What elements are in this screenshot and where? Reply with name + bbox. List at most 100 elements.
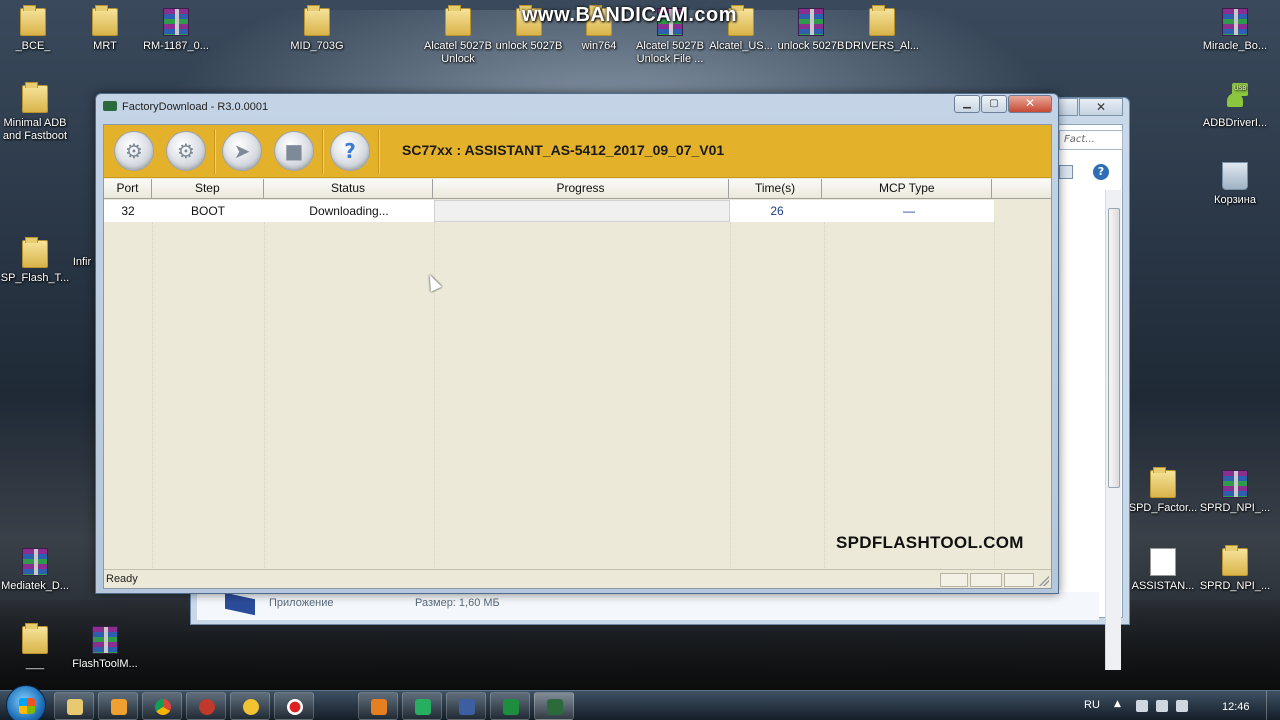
desktop-icon[interactable]: FlashToolM... [68,626,142,671]
start-button[interactable] [6,685,46,720]
taskbar-bandicam[interactable] [274,692,314,720]
port-grid: Port Step Status Progress Time(s) MCP Ty… [104,179,1051,569]
recycle-bin-icon [1222,162,1248,190]
vertical-scrollbar[interactable] [1105,190,1121,670]
column-header-empty [992,179,1051,199]
start-download-button[interactable]: ➤ [222,131,262,171]
window-title: FactoryDownload - R3.0.0001 [122,101,269,113]
taskbar-app[interactable] [446,692,486,720]
window-controls: ▁ ▢ ✕ [953,95,1052,113]
folder-icon [1150,467,1176,498]
stop-button[interactable]: ■ [274,131,314,171]
close-button[interactable]: ✕ [1079,98,1123,116]
desktop-icon[interactable]: Miracle_Bo... [1198,8,1272,53]
desktop-icon[interactable]: RM-1187_0... [139,8,213,53]
desktop-icon[interactable]: SPRD_NPI_... [1198,470,1272,515]
app-icon [371,699,387,715]
language-indicator[interactable]: RU [1084,699,1100,711]
winrar-archive-icon [1222,8,1248,36]
app-icon [103,101,117,111]
file-type-label: Приложение [269,597,334,609]
title-bar[interactable]: FactoryDownload - R3.0.0001 ▁ ▢ ✕ [96,94,1058,120]
media-player-icon [111,699,127,715]
status-bar: Ready [104,569,1051,588]
taskbar-factorydownload[interactable] [534,692,574,720]
help-button[interactable]: ? [330,131,370,171]
taskbar-app[interactable] [490,692,530,720]
folder-icon [869,5,895,36]
desktop-icon[interactable]: unlock 5027B [774,8,848,53]
desktop-icon[interactable]: _BCE_ [0,5,70,53]
desktop-icon[interactable]: SPRD_NPI_... [1198,545,1272,593]
desktop-icon[interactable]: Mediatek_D... [0,548,72,593]
maximize-button[interactable]: ▢ [981,95,1007,113]
folder-icon [22,623,48,654]
windows-logo-icon [19,698,35,714]
desktop-icon[interactable]: SPD_Factor... [1126,467,1200,515]
window-controls: ✕ [1051,98,1123,116]
chrome-icon [155,699,171,715]
internet-explorer-icon [243,699,259,715]
cell-step: BOOT [152,200,264,222]
stop-icon: ■ [284,139,304,163]
taskbar-explorer[interactable] [54,692,94,720]
resize-grip[interactable] [1039,576,1049,586]
table-row[interactable]: 32 BOOT Downloading... 26 — [104,200,994,222]
show-hidden-icons-icon[interactable]: ▲ [1114,699,1121,709]
app-icon [199,699,215,715]
gears-icon: ⚙ [177,139,195,163]
column-header-time[interactable]: Time(s) [728,179,823,199]
network-icon[interactable] [1156,700,1168,712]
desktop-icon[interactable]: MRT [68,5,142,53]
settings-button[interactable]: ⚙ [114,131,154,171]
taskbar: RU ▲ 12:46 [0,685,1280,720]
column-header-step[interactable]: Step [151,179,264,199]
desktop-icon[interactable]: Корзина [1198,162,1272,207]
tray-app-icon[interactable] [1136,700,1148,712]
options-button[interactable]: ⚙ [166,131,206,171]
column-header-status[interactable]: Status [263,179,434,199]
taskbar-media-player[interactable] [98,692,138,720]
file-size-label: Размер: 1,60 МБ [415,597,500,609]
factorydownload-window[interactable]: FactoryDownload - R3.0.0001 ▁ ▢ ✕ ⚙ ⚙ ➤ … [95,93,1059,594]
desktop-icon[interactable]: ASSISTAN... [1126,548,1200,593]
brand-watermark: SPDFLASHTOOL.COM [836,533,1024,552]
taskbar-app[interactable] [186,692,226,720]
column-header-mcp-type[interactable]: MCP Type [822,179,993,199]
cell-status: Downloading... [264,200,434,222]
desktop-icon[interactable]: ___ [0,623,72,671]
details-pane: Приложение Размер: 1,60 МБ [197,592,1099,620]
taskbar-app[interactable] [402,692,442,720]
desktop-icon[interactable]: Alcatel 5027B Unlock [421,5,495,66]
client-area: ⚙ ⚙ ➤ ■ ? SC77xx : ASSISTANT_AS-5412_201… [103,124,1052,589]
status-pane [940,573,968,587]
grid-header: Port Step Status Progress Time(s) MCP Ty… [104,179,1051,199]
app-icon [459,699,475,715]
column-header-progress[interactable]: Progress [433,179,729,199]
scrollbar-thumb[interactable] [1108,208,1120,488]
volume-icon[interactable] [1176,700,1188,712]
folder-icon [92,5,118,36]
search-input[interactable]: Fact... [1059,130,1123,150]
taskbar-chrome[interactable] [142,692,182,720]
settings-icon: ⚙ [125,139,143,163]
help-icon[interactable]: ? [1093,164,1109,180]
desktop-icon[interactable]: MID_703G [280,5,354,53]
taskbar-app[interactable] [358,692,398,720]
cell-progress-bar [434,200,730,222]
taskbar-ie[interactable] [230,692,270,720]
minimize-button[interactable]: ▁ [954,95,980,113]
cell-port: 32 [104,200,152,222]
document-icon [1150,548,1176,576]
desktop-icon[interactable]: ADBDriverI... [1198,83,1272,130]
close-button[interactable]: ✕ [1008,95,1052,113]
clock[interactable]: 12:46 [1222,701,1250,713]
view-toggle-icon[interactable] [1059,165,1073,179]
file-thumbnail-icon [225,592,255,616]
column-header-port[interactable]: Port [104,179,152,199]
desktop-icon[interactable]: DRIVERS_Al... [845,5,919,53]
app-icon [503,699,519,715]
show-desktop-button[interactable] [1266,691,1280,720]
winrar-archive-icon [798,8,824,36]
desktop-icon[interactable]: Minimal ADB and Fastboot [0,82,72,143]
